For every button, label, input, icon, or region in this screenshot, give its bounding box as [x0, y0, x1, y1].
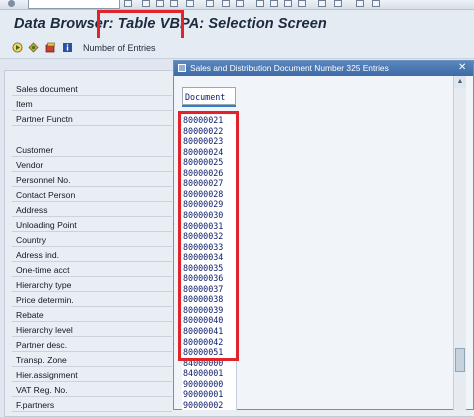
layout-icon[interactable]: [372, 0, 380, 7]
save-variant-icon[interactable]: [45, 42, 56, 53]
popup-scrollbar[interactable]: ▲: [453, 76, 466, 410]
previous-page-icon[interactable]: [270, 0, 278, 7]
back-icon[interactable]: [156, 0, 164, 7]
field-separator: [12, 366, 172, 367]
help-icon[interactable]: [356, 0, 364, 7]
field-separator: [12, 201, 172, 202]
selection-field-label: Contact Person: [16, 190, 76, 200]
popup-title: Sales and Distribution Document Number 3…: [190, 63, 389, 73]
new-session-icon[interactable]: [318, 0, 326, 7]
execute-icon[interactable]: [12, 42, 23, 53]
save-icon[interactable]: [142, 0, 150, 7]
selection-field-label: Partner Functn: [16, 114, 73, 124]
first-page-icon[interactable]: [256, 0, 264, 7]
list-item[interactable]: 90000001: [183, 389, 235, 399]
field-separator: [12, 351, 172, 352]
exit-icon[interactable]: [170, 0, 178, 7]
number-of-entries-button[interactable]: Number of Entries: [83, 43, 156, 53]
field-separator: [12, 276, 172, 277]
cancel-icon[interactable]: [186, 0, 194, 7]
field-separator: [12, 321, 172, 322]
rows-highlight-box: [178, 111, 239, 361]
selection-field-label: Transp. Zone: [16, 355, 67, 365]
popup-window-icon: [178, 64, 186, 72]
shortcut-icon[interactable]: [334, 0, 342, 7]
selection-field-label: Unloading Point: [16, 220, 77, 230]
field-separator: [12, 156, 172, 157]
selection-field-label: Adress ind.: [16, 250, 59, 260]
selection-field-label: Customer: [16, 145, 54, 155]
field-separator: [12, 261, 172, 262]
selection-field-label: One-time acct: [16, 265, 70, 275]
selection-field-label: Rebate: [16, 310, 44, 320]
field-separator: [12, 125, 172, 126]
menu-icon[interactable]: [8, 0, 15, 7]
scroll-up-icon[interactable]: ▲: [454, 76, 466, 88]
last-page-icon[interactable]: [298, 0, 306, 7]
selection-field-label: Item: [16, 99, 33, 109]
field-separator: [12, 231, 172, 232]
field-separator: [12, 306, 172, 307]
list-item[interactable]: 84000001: [183, 368, 235, 378]
selection-field-label: Vendor: [16, 160, 44, 170]
selection-field-label: Country: [16, 235, 47, 245]
enter-icon[interactable]: [124, 0, 132, 7]
selection-field-label: Personnel No.: [16, 175, 71, 185]
field-separator: [12, 246, 172, 247]
selection-field-label: Hier.assignment: [16, 370, 78, 380]
command-field[interactable]: [28, 0, 120, 9]
field-separator: [12, 110, 172, 111]
print-icon[interactable]: [206, 0, 214, 7]
selection-field-label: F.partners: [16, 400, 55, 410]
list-item[interactable]: 90000002: [183, 400, 235, 410]
selection-field-label: Sales document: [16, 84, 78, 94]
command-bar: [0, 0, 474, 10]
column-header-label: Document: [185, 92, 226, 102]
field-separator: [12, 381, 172, 382]
field-separator: [12, 396, 172, 397]
selection-field-label: Hierarchy type: [16, 280, 72, 290]
column-header-underline: [182, 105, 236, 107]
field-separator: [12, 291, 172, 292]
selection-field-label: Price determin.: [16, 295, 74, 305]
field-separator: [12, 95, 172, 96]
close-icon[interactable]: ✕: [458, 62, 466, 73]
info-icon[interactable]: [62, 42, 73, 53]
field-separator: [12, 411, 172, 412]
title-highlight-box: [97, 10, 184, 41]
field-separator: [12, 336, 172, 337]
field-separator: [12, 171, 172, 172]
find-icon[interactable]: [222, 0, 230, 7]
multiple-selection-icon[interactable]: [28, 42, 39, 53]
selection-field-label: Hierarchy level: [16, 325, 73, 335]
field-separator: [12, 186, 172, 187]
selection-field-label: Partner desc.: [16, 340, 68, 350]
list-item[interactable]: 90000000: [183, 379, 235, 389]
field-separator: [12, 216, 172, 217]
popup-title-bar: Sales and Distribution Document Number 3…: [174, 61, 473, 76]
next-page-icon[interactable]: [284, 0, 292, 7]
scroll-thumb[interactable]: [455, 348, 465, 372]
find-next-icon[interactable]: [236, 0, 244, 7]
column-header-document[interactable]: Document: [182, 87, 236, 105]
selection-field-label: Address: [16, 205, 48, 215]
selection-field-label: VAT Reg. No.: [16, 385, 68, 395]
